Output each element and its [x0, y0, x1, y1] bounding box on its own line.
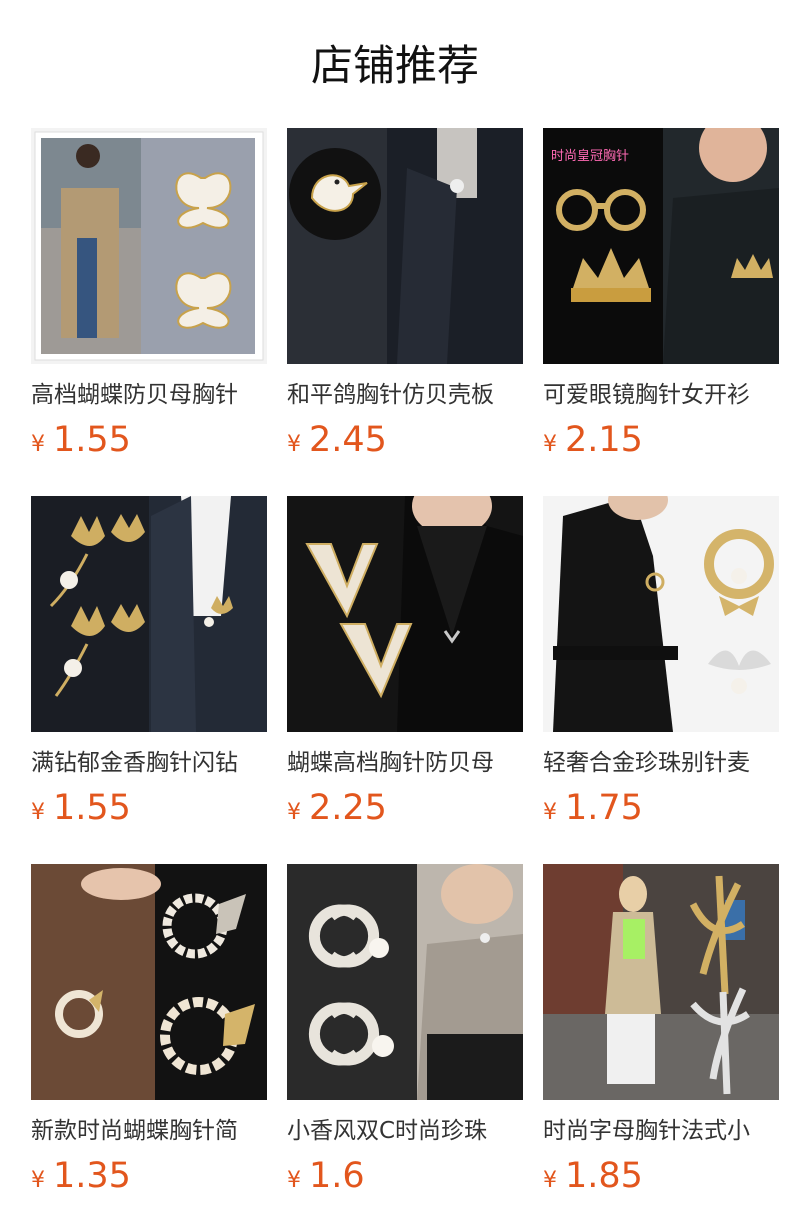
- product-card[interactable]: 新款时尚蝴蝶胸针简 ¥1.35: [31, 864, 267, 1232]
- product-name[interactable]: 轻奢合金珍珠别针麦: [543, 746, 779, 780]
- product-card[interactable]: 时尚皇冠胸针 可爱眼镜胸针女开衫 ¥2.15: [543, 128, 779, 496]
- price-amount: 2.15: [565, 420, 643, 460]
- product-price: ¥2.45: [287, 418, 523, 462]
- product-image[interactable]: [31, 128, 267, 364]
- product-grid: 高档蝴蝶防贝母胸针 ¥1.55 和平鸽胸针仿贝壳板 ¥2.45 时尚皇冠胸针 可…: [31, 128, 779, 1232]
- product-card[interactable]: 小香风双C时尚珍珠 ¥1.6: [287, 864, 523, 1232]
- crown-brooch-caption: 时尚皇冠胸针: [551, 149, 629, 164]
- currency-symbol: ¥: [287, 800, 301, 825]
- price-amount: 1.35: [53, 1156, 131, 1196]
- product-price: ¥1.35: [31, 1154, 267, 1198]
- product-card[interactable]: 时尚字母胸针法式小 ¥1.85: [543, 864, 779, 1232]
- currency-symbol: ¥: [287, 1168, 301, 1193]
- product-card[interactable]: 高档蝴蝶防贝母胸针 ¥1.55: [31, 128, 267, 496]
- product-price: ¥2.15: [543, 418, 779, 462]
- product-name[interactable]: 蝴蝶高档胸针防贝母: [287, 746, 523, 780]
- product-name[interactable]: 满钻郁金香胸针闪钻: [31, 746, 267, 780]
- product-price: ¥1.55: [31, 418, 267, 462]
- currency-symbol: ¥: [543, 432, 557, 457]
- product-card[interactable]: 满钻郁金香胸针闪钻 ¥1.55: [31, 496, 267, 864]
- product-image[interactable]: [287, 496, 523, 732]
- product-name[interactable]: 小香风双C时尚珍珠: [287, 1114, 523, 1148]
- product-price: ¥2.25: [287, 786, 523, 830]
- product-name[interactable]: 和平鸽胸针仿贝壳板: [287, 378, 523, 412]
- product-image[interactable]: [31, 864, 267, 1100]
- product-price: ¥1.55: [31, 786, 267, 830]
- currency-symbol: ¥: [31, 432, 45, 457]
- price-amount: 1.75: [565, 788, 643, 828]
- product-image[interactable]: [543, 864, 779, 1100]
- product-price: ¥1.6: [287, 1154, 523, 1198]
- price-amount: 1.55: [53, 420, 131, 460]
- currency-symbol: ¥: [543, 1168, 557, 1193]
- page-title: 店铺推荐: [310, 41, 479, 90]
- product-price: ¥1.75: [543, 786, 779, 830]
- product-image[interactable]: [287, 864, 523, 1100]
- product-name[interactable]: 时尚字母胸针法式小: [543, 1114, 779, 1148]
- product-card[interactable]: 蝴蝶高档胸针防贝母 ¥2.25: [287, 496, 523, 864]
- price-amount: 2.25: [309, 788, 387, 828]
- product-image[interactable]: 时尚皇冠胸针: [543, 128, 779, 364]
- product-card[interactable]: 轻奢合金珍珠别针麦 ¥1.75: [543, 496, 779, 864]
- currency-symbol: ¥: [287, 432, 301, 457]
- currency-symbol: ¥: [543, 800, 557, 825]
- currency-symbol: ¥: [31, 800, 45, 825]
- product-name[interactable]: 可爱眼镜胸针女开衫: [543, 378, 779, 412]
- price-amount: 1.85: [565, 1156, 643, 1196]
- price-amount: 1.55: [53, 788, 131, 828]
- product-price: ¥1.85: [543, 1154, 779, 1198]
- product-image[interactable]: [31, 496, 267, 732]
- price-amount: 2.45: [309, 420, 387, 460]
- product-name[interactable]: 高档蝴蝶防贝母胸针: [31, 378, 267, 412]
- product-name[interactable]: 新款时尚蝴蝶胸针简: [31, 1114, 267, 1148]
- product-card[interactable]: 和平鸽胸针仿贝壳板 ¥2.45: [287, 128, 523, 496]
- product-image[interactable]: [543, 496, 779, 732]
- product-image[interactable]: [287, 128, 523, 364]
- currency-symbol: ¥: [31, 1168, 45, 1193]
- price-amount: 1.6: [309, 1156, 365, 1196]
